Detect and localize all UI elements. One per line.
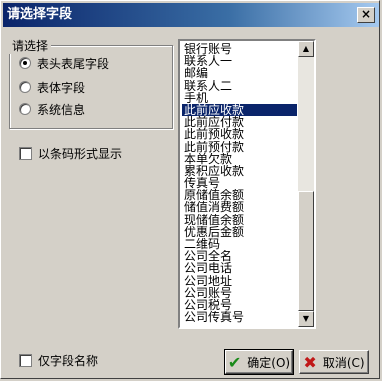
barcode-checkbox-label: 以条码形式显示 xyxy=(38,147,123,161)
select-field-dialog: 请选择字段 × 请选择 表头表尾字段 表体字段 系统信息 以条码形式显示 银行账… xyxy=(0,0,380,379)
list-item[interactable]: 此前预收款 xyxy=(182,128,297,140)
field-name-only-label: 仅字段名称 xyxy=(38,354,99,368)
list-item[interactable]: 现储值余额 xyxy=(182,214,297,226)
list-item[interactable]: 手机 xyxy=(182,92,297,104)
list-item[interactable]: 此前预付款 xyxy=(182,141,297,153)
list-item[interactable]: 二维码 xyxy=(182,238,297,250)
list-item[interactable]: 公司账号 xyxy=(182,287,297,299)
scrollbar-thumb[interactable] xyxy=(298,191,314,311)
list-item[interactable]: 此前应付款 xyxy=(182,116,297,128)
window-title: 请选择字段 xyxy=(7,7,73,22)
list-item[interactable]: 公司传真号 xyxy=(182,311,297,323)
radio-button[interactable] xyxy=(19,81,31,93)
list-item[interactable]: 本单欠款 xyxy=(182,153,297,165)
list-item[interactable]: 传真号 xyxy=(182,177,297,189)
list-item[interactable]: 原储值余额 xyxy=(182,189,297,201)
radio-header-footer-fields[interactable]: 表头表尾字段 xyxy=(19,55,109,71)
list-item[interactable]: 公司电话 xyxy=(182,262,297,274)
close-icon[interactable]: × xyxy=(357,7,375,23)
ok-button[interactable]: ✔ 确定(O) xyxy=(224,349,294,375)
radio-button-selected[interactable] xyxy=(19,57,31,69)
list-item[interactable]: 联系人一 xyxy=(182,55,297,67)
title-bar: 请选择字段 × xyxy=(3,3,379,27)
radio-body-fields[interactable]: 表体字段 xyxy=(19,79,85,95)
field-name-only-option[interactable]: 仅字段名称 xyxy=(19,352,98,369)
group-title: 请选择 xyxy=(9,37,52,54)
field-listbox[interactable]: 银行账号 联系人一 邮编 联系人二 手机 此前应收款 此前应付款 此前预收款 此前预付款 本单欠款… xyxy=(178,39,316,329)
vertical-scrollbar[interactable]: ▲ ▼ xyxy=(298,41,314,327)
field-name-only-checkbox[interactable] xyxy=(19,354,32,367)
scroll-down-icon[interactable]: ▼ xyxy=(298,311,314,327)
radio-label: 表头表尾字段 xyxy=(37,56,110,71)
radio-button[interactable] xyxy=(19,103,31,115)
list-item[interactable]: 公司全名 xyxy=(182,250,297,262)
list-item[interactable]: 累积应收款 xyxy=(182,165,297,177)
list-item[interactable]: 优惠后金额 xyxy=(182,226,297,238)
list-item[interactable]: 银行账号 xyxy=(182,43,297,55)
cancel-button[interactable]: ✖ 取消(C) xyxy=(299,350,369,374)
barcode-display-option[interactable]: 以条码形式显示 xyxy=(19,145,122,162)
field-list: 银行账号 联系人一 邮编 联系人二 手机 此前应收款 此前应付款 此前预收款 此前预付款 本单欠款… xyxy=(182,43,297,323)
cancel-button-label: 取消(C) xyxy=(322,355,365,370)
list-item[interactable]: 公司税号 xyxy=(182,299,297,311)
list-item[interactable]: 此前应收款 xyxy=(182,103,297,117)
radio-label: 表体字段 xyxy=(37,80,86,95)
scroll-up-icon[interactable]: ▲ xyxy=(298,41,314,57)
barcode-checkbox[interactable] xyxy=(19,147,32,160)
list-item[interactable]: 联系人二 xyxy=(182,80,297,92)
check-icon: ✔ xyxy=(227,352,242,372)
radio-label: 系统信息 xyxy=(37,102,86,117)
list-item[interactable]: 邮编 xyxy=(182,67,297,79)
x-icon: ✖ xyxy=(303,352,317,372)
list-item[interactable]: 储值消费额 xyxy=(182,201,297,213)
list-item[interactable]: 公司地址 xyxy=(182,275,297,287)
ok-button-label: 确定(O) xyxy=(247,355,291,370)
radio-system-info[interactable]: 系统信息 xyxy=(19,101,85,117)
